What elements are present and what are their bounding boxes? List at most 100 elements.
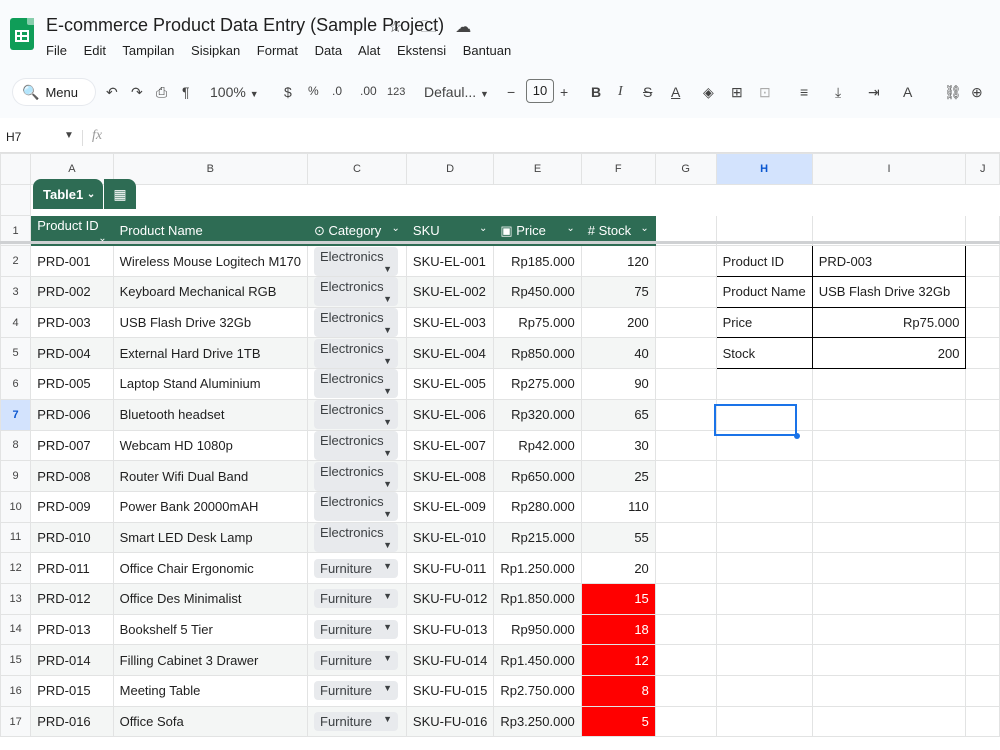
menu-extensions[interactable]: Ekstensi (397, 43, 446, 58)
cell-product-id[interactable]: PRD-003 (30, 306, 114, 339)
menu-view[interactable]: Tampilan (122, 43, 174, 58)
cell-category[interactable]: Electronics ▼ (307, 521, 407, 554)
category-chip[interactable]: Furniture ▼ (314, 558, 398, 578)
cell-category[interactable]: Electronics ▼ (307, 398, 407, 431)
redo-icon[interactable]: ↷ (131, 84, 143, 101)
cell[interactable] (811, 613, 967, 646)
cell-category[interactable]: Electronics ▼ (307, 429, 407, 462)
row-header[interactable]: 4 (0, 306, 32, 339)
cell-category[interactable]: Furniture ▼ (307, 552, 407, 584)
cell[interactable] (715, 613, 813, 646)
move-folder-icon[interactable]: 🗀 (421, 19, 437, 36)
cell-product-name[interactable]: Bookshelf 5 Tier (112, 613, 309, 646)
cell-product-id[interactable]: PRD-011 (30, 552, 114, 584)
cloud-status-icon[interactable]: ☁ (455, 19, 471, 36)
row-header[interactable]: 16 (0, 675, 32, 707)
borders-icon[interactable]: ⊞ (731, 84, 743, 101)
cell-category[interactable]: Furniture ▼ (307, 613, 407, 646)
cell-price[interactable]: Rp215.000 (493, 521, 582, 554)
category-chip[interactable]: Electronics ▼ (314, 369, 398, 399)
cell-product-id[interactable]: PRD-013 (30, 613, 114, 646)
table-calculator-icon[interactable]: ▦ (104, 179, 136, 209)
cell-product-id[interactable]: PRD-007 (30, 429, 114, 462)
menu-help[interactable]: Bantuan (463, 43, 511, 58)
zoom-select[interactable]: 100% ▼ (210, 84, 259, 100)
cell-stock[interactable]: 40 (580, 337, 656, 370)
cell-price[interactable]: Rp450.000 (493, 276, 582, 308)
row-header[interactable]: 7 (0, 398, 32, 431)
cell[interactable] (715, 521, 813, 554)
row-header[interactable]: 11 (0, 521, 32, 554)
fill-handle[interactable] (794, 433, 800, 439)
row-header[interactable]: 6 (0, 368, 32, 400)
row-header[interactable]: 5 (0, 337, 32, 370)
cell[interactable] (965, 368, 1000, 400)
cell[interactable] (715, 490, 813, 523)
cell-product-id[interactable]: PRD-012 (30, 582, 114, 615)
increase-font-size-icon[interactable]: + (560, 84, 568, 100)
sheets-logo-icon[interactable] (10, 18, 34, 50)
cell[interactable] (965, 644, 1000, 676)
cell-sku[interactable]: SKU-EL-008 (405, 460, 495, 492)
cell[interactable] (715, 460, 813, 492)
horizontal-align-icon[interactable]: ≡ (800, 84, 808, 100)
chevron-down-icon[interactable]: ⌄ (392, 223, 400, 234)
cell[interactable] (965, 306, 1000, 339)
lookup-label[interactable]: Product Name (715, 276, 813, 308)
currency-format-button[interactable]: $ (284, 84, 292, 100)
cell-stock[interactable]: 120 (580, 245, 656, 278)
cell-category[interactable]: Electronics ▼ (307, 460, 407, 492)
row-header[interactable]: 13 (0, 582, 32, 615)
cell[interactable] (654, 276, 717, 308)
cell[interactable] (811, 582, 967, 615)
cell-stock[interactable]: 12 (580, 644, 656, 676)
cell[interactable] (965, 675, 1000, 707)
row-header[interactable]: 10 (0, 490, 32, 523)
cell-category[interactable]: Furniture ▼ (307, 705, 407, 738)
cell-sku[interactable]: SKU-EL-009 (405, 490, 495, 523)
cell[interactable] (811, 368, 967, 400)
row-header[interactable]: 2 (0, 245, 32, 278)
category-chip[interactable]: Electronics ▼ (314, 308, 398, 337)
bold-icon[interactable]: B (591, 84, 601, 100)
cell-price[interactable]: Rp275.000 (493, 368, 582, 400)
cell[interactable] (965, 460, 1000, 492)
category-chip[interactable]: Electronics ▼ (314, 523, 398, 552)
cell-product-id[interactable]: PRD-009 (30, 490, 114, 523)
cell-product-name[interactable]: USB Flash Drive 32Gb (112, 306, 309, 339)
cell-price[interactable]: Rp75.000 (493, 306, 582, 339)
menu-file[interactable]: File (46, 43, 67, 58)
cell-sku[interactable]: SKU-EL-002 (405, 276, 495, 308)
category-chip[interactable]: Electronics ▼ (314, 338, 398, 368)
cell-product-id[interactable]: PRD-001 (30, 245, 114, 278)
cell[interactable] (965, 705, 1000, 738)
column-header-b[interactable]: B (112, 153, 309, 185)
menu-data[interactable]: Data (315, 43, 342, 58)
cell-price[interactable]: Rp3.250.000 (493, 705, 582, 738)
category-chip[interactable]: Furniture ▼ (314, 681, 398, 701)
cell[interactable] (654, 675, 717, 707)
cell[interactable] (654, 306, 717, 339)
cell-product-name[interactable]: Laptop Stand Aluminium (112, 368, 309, 400)
cell[interactable] (811, 398, 967, 431)
column-header-e[interactable]: E (493, 153, 582, 185)
cell-category[interactable]: Electronics ▼ (307, 306, 407, 339)
cell[interactable] (715, 368, 813, 400)
cell-category[interactable]: Electronics ▼ (307, 337, 407, 370)
cell-sku[interactable]: SKU-FU-014 (405, 644, 495, 676)
column-header-f[interactable]: F (580, 153, 656, 185)
cell[interactable] (715, 705, 813, 738)
cell-sku[interactable]: SKU-EL-001 (405, 245, 495, 278)
cell-stock[interactable]: 25 (580, 460, 656, 492)
row-header[interactable]: 9 (0, 460, 32, 492)
cell-stock[interactable]: 110 (580, 490, 656, 523)
column-header-d[interactable]: D (405, 153, 495, 185)
cell[interactable] (654, 245, 717, 278)
column-header-h[interactable]: H (715, 153, 813, 185)
cell-product-name[interactable]: Meeting Table (112, 675, 309, 707)
name-box-dropdown-icon[interactable]: ▼ (64, 130, 74, 141)
vertical-align-icon[interactable]: ⤓ (835, 84, 841, 101)
cell-product-id[interactable]: PRD-006 (30, 398, 114, 431)
cell-sku[interactable]: SKU-FU-013 (405, 613, 495, 646)
cell[interactable] (965, 582, 1000, 615)
